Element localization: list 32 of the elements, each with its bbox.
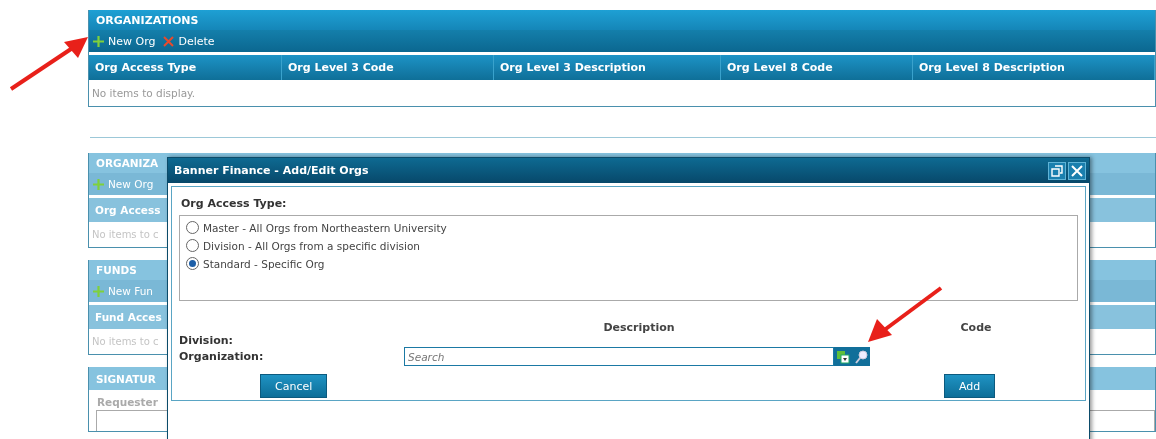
radio-button[interactable] [186,257,199,270]
field-label: Organization: [179,350,264,363]
column-header[interactable]: Org Level 3 Description [494,55,721,80]
plus-icon [93,178,104,190]
field-label: Requester [96,395,159,408]
radio-option[interactable]: Standard - Specific Org [186,257,1071,270]
add-button[interactable]: Add [944,374,996,398]
radio-option[interactable]: Master - All Orgs from Northeastern University [186,221,1071,234]
plus-icon [93,35,104,47]
column-header: Code [960,321,992,334]
column-header: Description [603,321,675,334]
cancel-button[interactable]: Cancel [260,374,328,398]
column-header[interactable]: Org Level 8 Code [721,55,913,80]
field-label: Division: [179,334,233,347]
delete-icon [163,35,175,47]
search-field[interactable]: Search [404,347,834,366]
column-header[interactable]: Org Level 8 Description [913,55,1155,80]
close-button[interactable] [1068,161,1086,180]
column-header[interactable]: Org Access Type [89,55,282,80]
plus-icon [93,285,104,297]
radio-button[interactable] [186,221,199,234]
section-label: Org Access Type: [181,197,288,210]
toolbar-button[interactable]: New Org [93,34,156,48]
radio-option[interactable]: Division - All Orgs from a specific division [186,239,1071,252]
radio-button[interactable] [186,239,199,252]
column-header[interactable]: Org Level 3 Code [282,55,494,80]
search-button[interactable] [852,347,870,366]
restore-button[interactable] [1048,161,1066,180]
lookup-button[interactable] [834,347,852,366]
toolbar-button[interactable]: Delete [163,34,215,48]
empty-message: No items to display. [92,87,196,99]
panel-title: ORGANIZATIONS [89,10,1155,30]
